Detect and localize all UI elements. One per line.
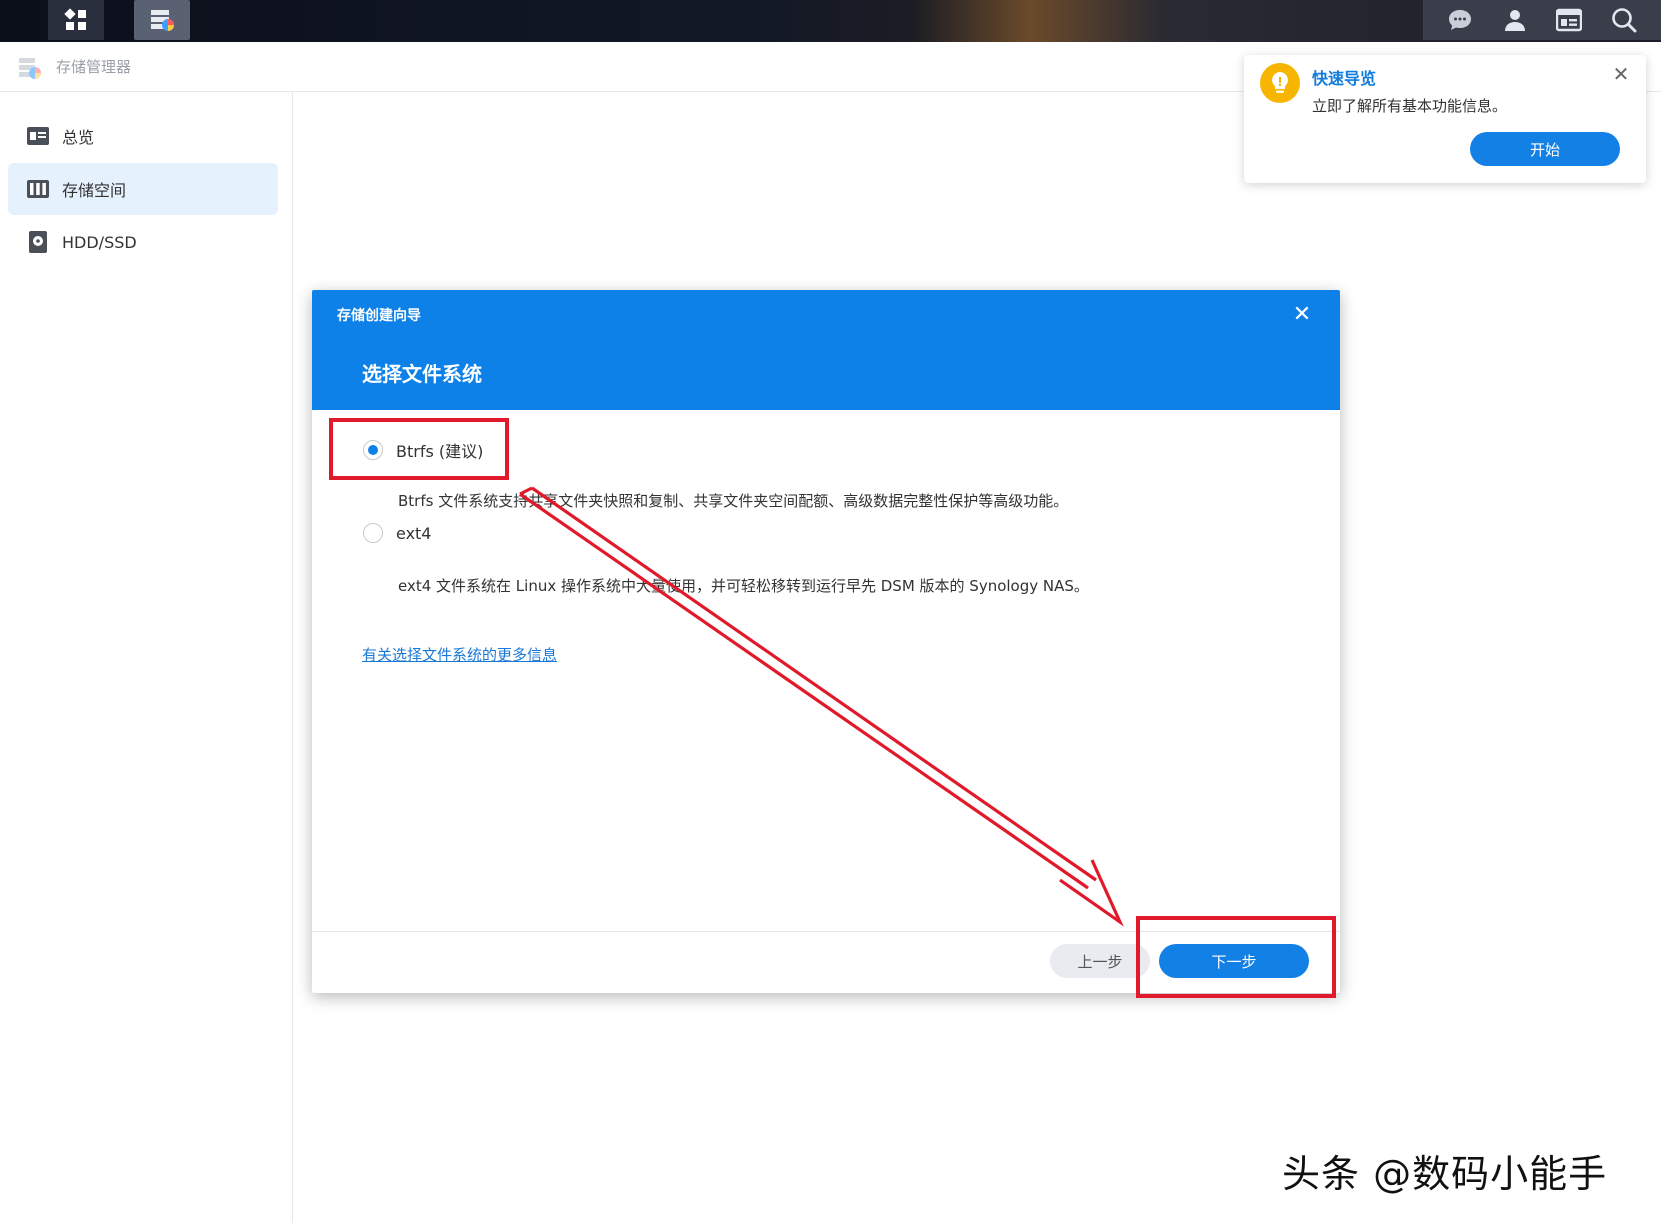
storage-manager-icon [151, 10, 174, 31]
step-heading: 选择文件系统 [362, 362, 482, 386]
watermark: 头条 @数码小能手 [1282, 1152, 1608, 1196]
next-button[interactable]: 下一步 [1159, 944, 1309, 978]
search-icon[interactable] [1609, 5, 1639, 35]
disk-icon [26, 230, 50, 254]
taskbar [0, 0, 1661, 42]
sidebar: 总览 存储空间 HDD/SSD [0, 92, 293, 1223]
sidebar-item-label: 存储空间 [62, 181, 127, 200]
sidebar-item-label: HDD/SSD [62, 232, 137, 252]
user-icon[interactable] [1500, 5, 1530, 35]
storage-creation-wizard-dialog: 存储创建向导 ✕ 选择文件系统 Btrfs (建议) Btrfs 文件系统支持共… [312, 290, 1340, 993]
chat-icon[interactable] [1445, 5, 1475, 35]
dialog-header: 存储创建向导 ✕ 选择文件系统 [312, 290, 1340, 410]
start-tour-button[interactable]: 开始 [1470, 132, 1620, 166]
app-title: 存储管理器 [56, 58, 132, 76]
widgets-icon[interactable] [1554, 5, 1584, 35]
close-icon[interactable]: ✕ [1610, 62, 1632, 86]
option-description: Btrfs 文件系统支持共享文件夹快照和复制、共享文件夹空间配额、高级数据完整性… [398, 492, 1069, 510]
apps-grid-icon [64, 8, 86, 30]
wizard-title: 存储创建向导 [337, 308, 421, 324]
main-menu-button[interactable] [48, 0, 104, 40]
dialog-footer: 上一步 下一步 [312, 931, 1340, 993]
sidebar-item-label: 总览 [62, 128, 95, 147]
radio-ext4[interactable] [363, 523, 383, 543]
storage-manager-taskbar-button[interactable] [134, 0, 190, 40]
close-icon[interactable]: ✕ [1290, 302, 1314, 327]
option-btrfs[interactable]: Btrfs (建议) [363, 438, 483, 462]
radio-btrfs[interactable] [363, 440, 383, 460]
lightbulb-icon [1260, 63, 1300, 103]
option-description: ext4 文件系统在 Linux 操作系统中大量使用，并可轻松移转到运行早先 D… [398, 577, 1089, 595]
sidebar-item-storage[interactable]: 存储空间 [8, 163, 278, 215]
sidebar-item-overview[interactable]: 总览 [8, 110, 278, 162]
more-info-link[interactable]: 有关选择文件系统的更多信息 [362, 644, 557, 665]
sidebar-item-hdd-ssd[interactable]: HDD/SSD [8, 216, 278, 268]
taskbar-tray [1423, 0, 1661, 40]
option-ext4[interactable]: ext4 [363, 523, 431, 543]
storage-pool-icon [26, 177, 50, 201]
quick-tour-title: 快速导览 [1312, 69, 1377, 88]
quick-tour-description: 立即了解所有基本功能信息。 [1312, 97, 1508, 115]
app-logo-icon [16, 54, 44, 82]
quick-tour-popup: 快速导览 立即了解所有基本功能信息。 ✕ 开始 [1244, 55, 1646, 183]
option-label: Btrfs (建议) [396, 442, 484, 461]
overview-icon [26, 124, 50, 148]
option-label: ext4 [396, 523, 432, 543]
previous-button[interactable]: 上一步 [1050, 944, 1150, 978]
